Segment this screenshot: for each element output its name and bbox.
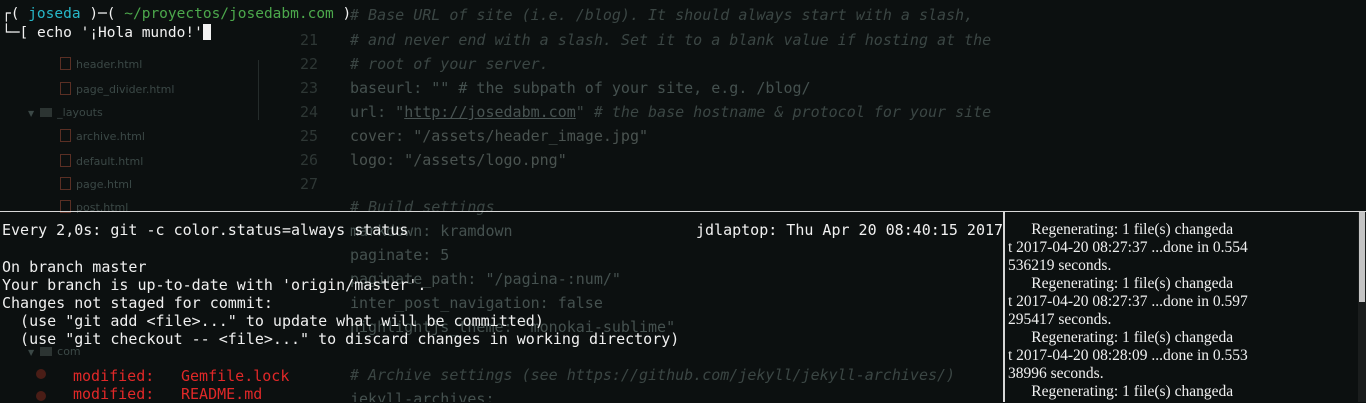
- prompt-path: ~/proyectos/josedabm.com: [124, 6, 334, 22]
- log-line: 536219 seconds.: [1008, 257, 1112, 274]
- modified-status: modified:: [73, 367, 155, 385]
- modified-file: README.md: [181, 385, 263, 403]
- command-line[interactable]: └─[ echo '¡Hola mundo!': [2, 24, 211, 41]
- status-line: (use "git checkout -- <file>..." to disc…: [2, 330, 680, 348]
- log-line: t 2017-04-20 08:28:09 ...done in 0.553: [1008, 347, 1248, 364]
- modified-status: modified:: [73, 385, 155, 403]
- status-line: On branch master: [2, 258, 147, 276]
- prompt-user: joseda: [28, 6, 81, 22]
- modified-file: Gemfile.lock: [181, 367, 290, 385]
- watch-header-host-time: jdlaptop: Thu Apr 20 08:40:15 2017: [696, 221, 1004, 239]
- command-text: echo '¡Hola mundo!': [36, 25, 203, 41]
- scrollbar-thumb[interactable]: [1359, 212, 1365, 302]
- log-scrollbar[interactable]: [1358, 212, 1366, 402]
- log-line: 38996 seconds.: [1008, 365, 1104, 382]
- log-line: Regenerating: 1 file(s) changeda: [1008, 275, 1234, 292]
- log-line: t 2017-04-20 08:27:37 ...done in 0.554: [1008, 239, 1248, 256]
- log-line: t 2017-04-20 08:27:37 ...done in 0.597: [1008, 293, 1248, 310]
- status-line: Your branch is up-to-date with 'origin/m…: [2, 276, 427, 294]
- jekyll-log-pane[interactable]: Regenerating: 1 file(s) changeda t 2017-…: [1008, 212, 1358, 402]
- git-status-pane[interactable]: Every 2,0s: git -c color.status=always s…: [0, 212, 1004, 403]
- log-line: 295417 seconds.: [1008, 311, 1112, 328]
- status-line: (use "git add <file>..." to update what …: [2, 312, 544, 330]
- pane-divider-vertical[interactable]: [1003, 212, 1005, 402]
- log-line: Regenerating: 1 file(s) changeda: [1008, 221, 1234, 238]
- log-line: Regenerating: 1 file(s) changeda: [1008, 383, 1234, 400]
- status-line: Changes not staged for commit:: [2, 294, 273, 312]
- shell-pane[interactable]: ┌( joseda )─( ~/proyectos/josedabm.com )…: [0, 0, 1366, 211]
- log-line: Regenerating: 1 file(s) changeda: [1008, 329, 1234, 346]
- shell-prompt: ┌( joseda )─( ~/proyectos/josedabm.com ): [2, 6, 352, 22]
- watch-header-command: Every 2,0s: git -c color.status=always s…: [2, 221, 409, 239]
- text-cursor: [202, 24, 211, 40]
